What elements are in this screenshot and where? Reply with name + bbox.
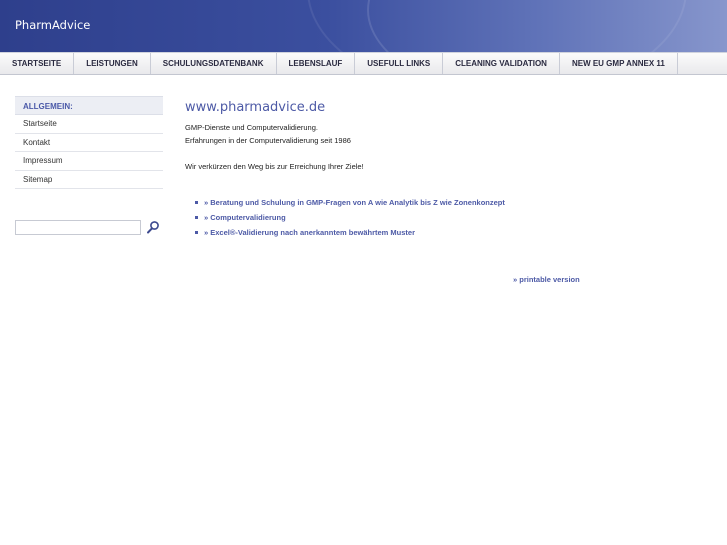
intro-text: GMP-Dienste und Computervalidierung. Erf…: [185, 121, 705, 147]
service-links: » Beratung und Schulung in GMP-Fragen vo…: [185, 195, 705, 240]
nav-item-lebenslauf[interactable]: LEBENSLAUF: [277, 53, 356, 74]
printable-version-link[interactable]: » printable version: [513, 275, 580, 284]
nav-item-schulungsdatenbank[interactable]: SCHULUNGSDATENBANK: [151, 53, 277, 74]
nav-item-usefull-links[interactable]: USEFULL LINKS: [355, 53, 444, 74]
main-content: www.pharmadvice.de GMP-Dienste und Compu…: [185, 100, 705, 240]
page-title: www.pharmadvice.de: [185, 100, 326, 115]
link-beratung-schulung[interactable]: » Beratung und Schulung in GMP-Fragen vo…: [204, 198, 505, 207]
nav-item-leistungen[interactable]: LEISTUNGEN: [74, 53, 151, 74]
sidebar-item-kontakt[interactable]: Kontakt: [15, 134, 163, 152]
nav-item-cleaning-validation[interactable]: CLEANING VALIDATION: [443, 53, 560, 74]
intro-line: Erfahrungen in der Computervalidierung s…: [185, 136, 351, 145]
nav-item-startseite[interactable]: STARTSEITE: [0, 53, 75, 74]
sidebar-item-impressum[interactable]: Impressum: [15, 152, 163, 171]
header-decoration: [307, 0, 687, 52]
search-icon[interactable]: [146, 220, 160, 235]
site-logo[interactable]: PharmAdvice: [15, 18, 90, 32]
intro-line: GMP-Dienste und Computervalidierung.: [185, 123, 318, 132]
sidebar-item-startseite[interactable]: Startseite: [15, 115, 163, 134]
list-item: » Beratung und Schulung in GMP-Fragen vo…: [195, 195, 705, 210]
nav-item-new-eu-gmp-annex-11[interactable]: NEW EU GMP ANNEX 11: [560, 53, 678, 74]
bullet-icon: [195, 200, 198, 204]
header-banner: PharmAdvice: [0, 0, 727, 52]
sidebar-item-sitemap[interactable]: Sitemap: [15, 171, 163, 189]
page: PharmAdvice STARTSEITE LEISTUNGEN SCHULU…: [0, 0, 727, 545]
list-item: » Excel®-Validierung nach anerkanntem be…: [195, 225, 705, 240]
sidebar-heading: ALLGEMEIN:: [15, 96, 163, 115]
search-input[interactable]: [15, 220, 141, 235]
sidebar: ALLGEMEIN: Startseite Kontakt Impressum …: [15, 96, 163, 189]
link-excel-validierung[interactable]: » Excel®-Validierung nach anerkanntem be…: [204, 228, 415, 237]
link-computervalidierung[interactable]: » Computervalidierung: [204, 213, 286, 222]
main-nav: STARTSEITE LEISTUNGEN SCHULUNGSDATENBANK…: [0, 52, 727, 75]
bullet-icon: [195, 215, 198, 219]
search-box: [15, 220, 165, 236]
bullet-icon: [195, 230, 198, 234]
slogan-text: Wir verkürzen den Weg bis zur Erreichung…: [185, 162, 364, 171]
list-item: » Computervalidierung: [195, 210, 705, 225]
